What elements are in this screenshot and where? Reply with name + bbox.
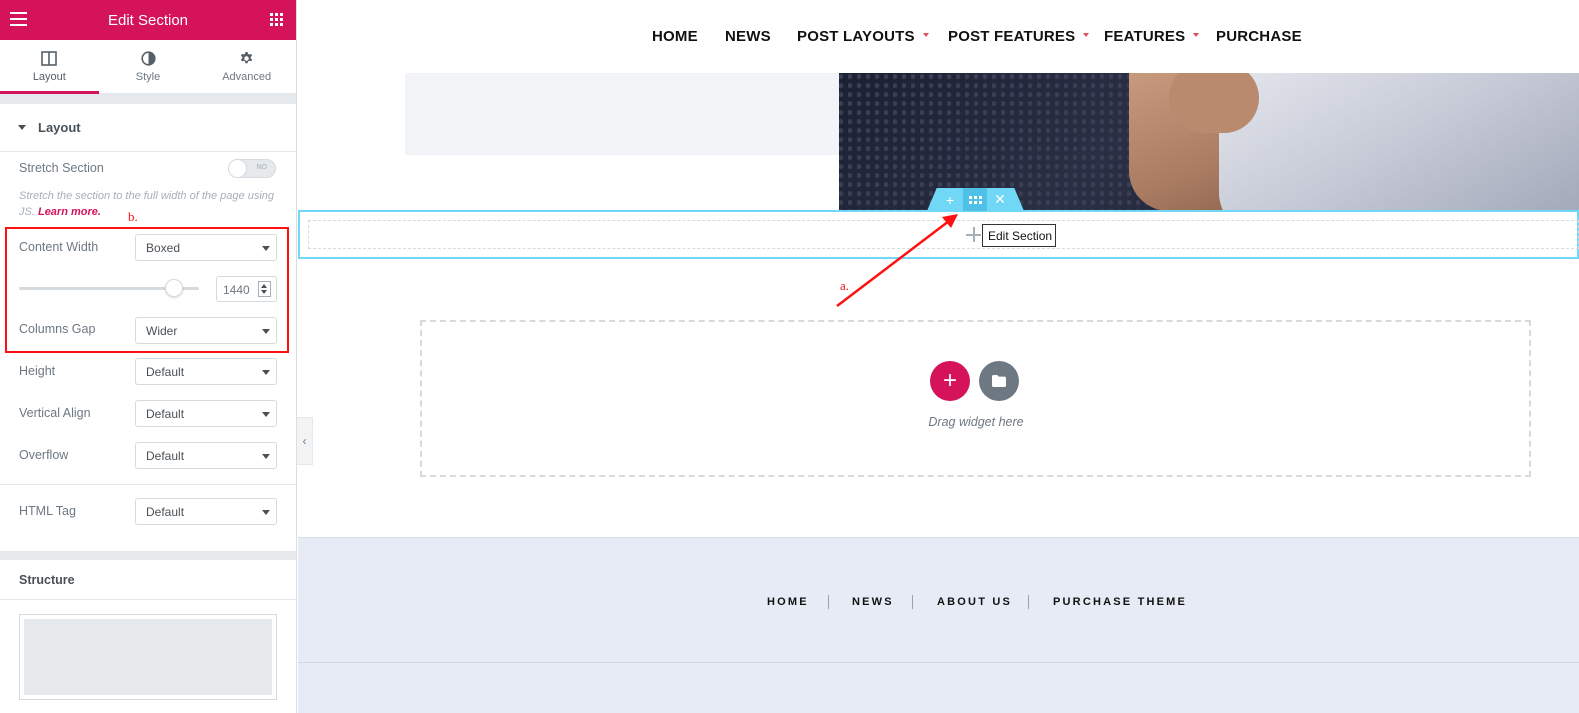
panel-gap xyxy=(0,551,296,560)
toggle-knob xyxy=(228,159,247,178)
stretch-description: Stretch the section to the full width of… xyxy=(19,188,281,220)
overflow-select[interactable]: Default xyxy=(135,442,277,469)
drop-zone-text: Drag widget here xyxy=(928,415,1024,429)
widget-drop-zone[interactable] xyxy=(420,320,1531,477)
footer-separator xyxy=(912,595,913,609)
edit-section-tooltip: Edit Section xyxy=(982,224,1056,247)
caret-down-icon xyxy=(18,125,26,130)
overflow-label: Overflow xyxy=(19,448,69,462)
layout-section-toggle[interactable]: Layout xyxy=(0,104,296,152)
html-tag-select[interactable]: Default xyxy=(135,498,277,525)
gear-icon xyxy=(241,51,253,63)
template-library-button[interactable] xyxy=(979,361,1019,401)
nav-post-layouts[interactable]: POST LAYOUTS xyxy=(797,28,929,45)
top-navigation xyxy=(298,0,1579,73)
panel-tabs: Layout Style Advanced xyxy=(0,40,296,94)
panel-header: Edit Section xyxy=(0,0,296,40)
vertical-align-select[interactable]: Default xyxy=(135,400,277,427)
learn-more-link[interactable]: Learn more. xyxy=(38,206,101,218)
dropdown-caret-icon xyxy=(1083,33,1090,38)
tab-advanced-label: Advanced xyxy=(222,70,272,83)
style-icon xyxy=(140,50,156,66)
footer-link-news[interactable]: NEWS xyxy=(852,596,894,608)
highlight-box xyxy=(5,227,289,353)
hamburger-icon[interactable] xyxy=(10,12,27,26)
close-icon[interactable]: ✕ xyxy=(988,188,1012,211)
height-select[interactable]: Default xyxy=(135,358,277,385)
vertical-align-label: Vertical Align xyxy=(19,406,91,420)
dropdown-caret-icon xyxy=(1193,33,1200,38)
layout-section-title: Layout xyxy=(38,120,81,135)
panel-title: Edit Section xyxy=(107,11,189,29)
add-section-button[interactable]: + xyxy=(938,188,962,211)
tab-style-label: Style xyxy=(135,70,161,83)
height-label: Height xyxy=(19,364,56,378)
tab-layout-label: Layout xyxy=(32,70,66,83)
divider xyxy=(0,599,296,600)
structure-preset[interactable] xyxy=(19,614,277,700)
footer-link-home[interactable]: HOME xyxy=(767,596,809,608)
empty-column[interactable] xyxy=(308,220,1579,249)
stretch-section-toggle[interactable]: NO xyxy=(228,159,276,178)
nav-post-layouts-label: POST LAYOUTS xyxy=(797,28,915,45)
editor-panel: Edit Section Layout Style Advanced Layou… xyxy=(0,0,297,713)
divider xyxy=(0,484,296,485)
photo-hand xyxy=(1169,73,1259,133)
footer-divider xyxy=(298,662,1579,663)
footer-separator xyxy=(828,595,829,609)
nav-home[interactable]: HOME xyxy=(652,28,698,45)
annotation-b: b. xyxy=(128,209,138,224)
tab-style[interactable]: Style xyxy=(99,40,198,93)
layout-icon xyxy=(41,50,58,66)
html-tag-label: HTML Tag xyxy=(19,504,76,518)
structure-title[interactable]: Structure xyxy=(19,573,75,587)
annotation-a: a. xyxy=(840,278,850,293)
stretch-section-label: Stretch Section xyxy=(19,161,104,175)
nav-news[interactable]: NEWS xyxy=(725,28,771,45)
nav-purchase[interactable]: PURCHASE xyxy=(1216,28,1302,45)
tab-advanced[interactable]: Advanced xyxy=(197,40,296,93)
toggle-state-text: NO xyxy=(256,164,268,171)
footer xyxy=(298,537,1579,713)
apps-grid-icon[interactable] xyxy=(270,13,283,26)
nav-post-features-label: POST FEATURES xyxy=(948,28,1076,45)
nav-features[interactable]: FEATURES xyxy=(1104,28,1200,45)
photo-shirt xyxy=(1219,73,1579,211)
panel-gap xyxy=(0,94,296,104)
footer-link-purchase-theme[interactable]: PURCHASE THEME xyxy=(1053,596,1187,608)
add-new-section-button[interactable]: + xyxy=(930,361,970,401)
footer-separator xyxy=(1028,595,1029,609)
folder-icon xyxy=(992,375,1006,387)
footer-link-about-us[interactable]: ABOUT US xyxy=(937,596,1012,608)
dropdown-caret-icon xyxy=(922,33,929,38)
add-column-icon[interactable] xyxy=(966,227,981,242)
chevron-left-icon[interactable]: ‹ xyxy=(297,417,313,465)
tab-layout[interactable]: Layout xyxy=(0,40,99,94)
nav-features-label: FEATURES xyxy=(1104,28,1186,45)
move-icon[interactable] xyxy=(963,188,987,211)
nav-post-features[interactable]: POST FEATURES xyxy=(948,28,1090,45)
